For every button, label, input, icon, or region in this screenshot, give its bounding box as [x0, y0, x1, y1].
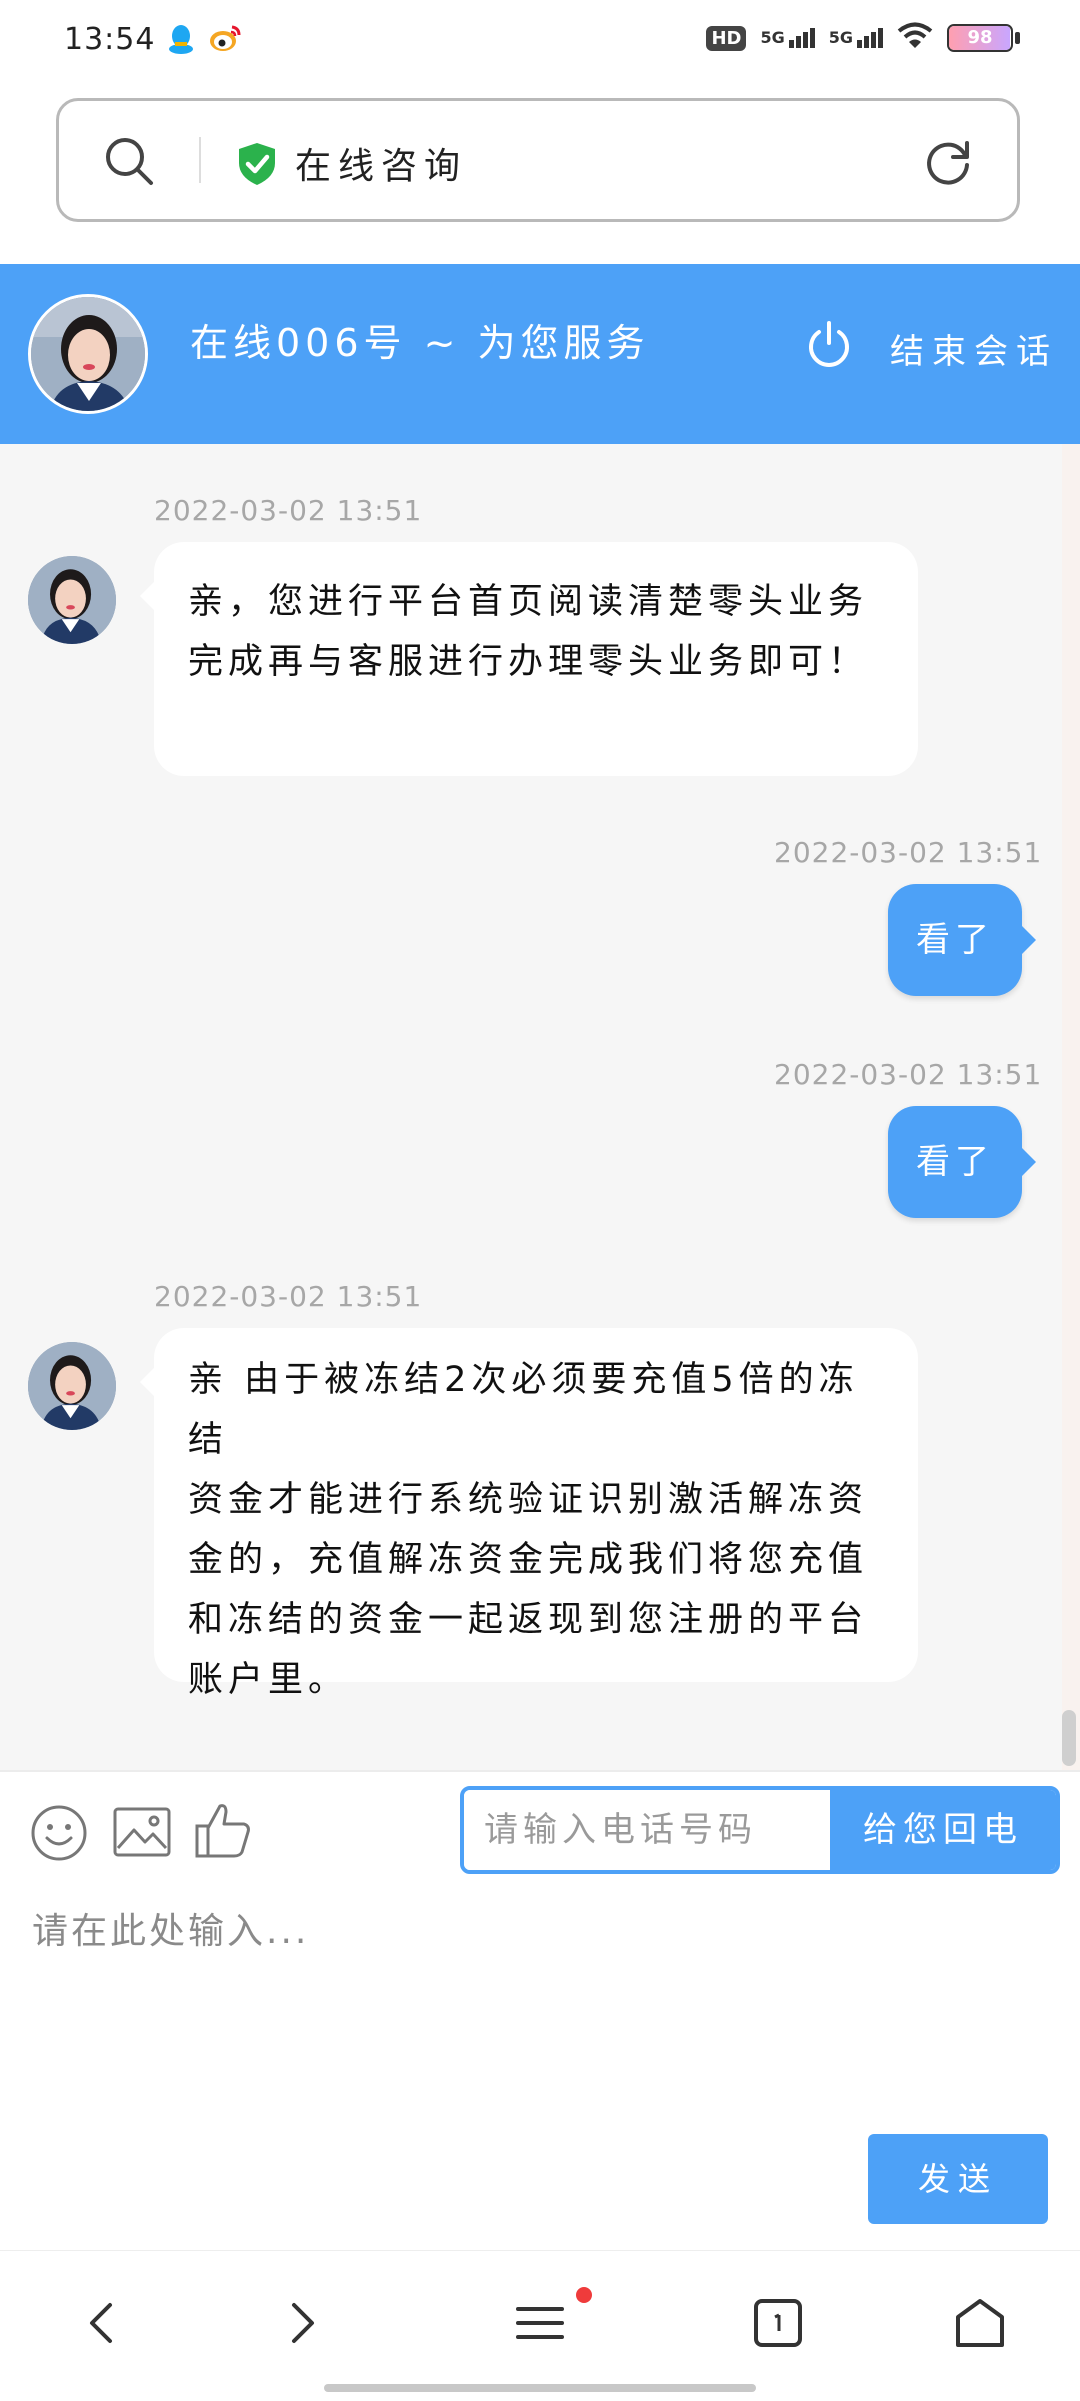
home-icon[interactable]	[952, 2295, 1008, 2355]
menu-icon[interactable]	[514, 2295, 566, 2355]
end-session-button[interactable]: 结束会话	[890, 324, 1058, 373]
chat-header: 在线006号 ~ 为您服务 结束会话	[0, 264, 1080, 444]
network-label: 5G	[760, 28, 785, 47]
message-composer: 给您回电 发送	[0, 1770, 1080, 2252]
status-indicators: HD 5G 5G 98	[706, 22, 1020, 54]
image-icon[interactable]	[112, 1804, 172, 1864]
agent-avatar	[28, 1342, 116, 1430]
signal-5g-2-icon: 5G	[829, 28, 883, 48]
back-icon[interactable]	[82, 2295, 122, 2355]
qq-notification-icon	[166, 22, 196, 60]
chat-message-list[interactable]: 2022-03-02 13:51 亲，您进行平台首页阅读清楚零头业务 完成再与客…	[0, 444, 1080, 1770]
message-line: 金的，充值解冻资金完成我们将您充值	[188, 1540, 869, 1580]
message-line: 资金才能进行系统验证识别激活解冻资	[188, 1480, 869, 1520]
scrollbar-thumb[interactable]	[1062, 1710, 1076, 1766]
status-bar: 13:54 HD 5G 5G 98	[0, 0, 1080, 84]
message-line: 和冻结的资金一起返现到您注册的平台	[188, 1600, 869, 1640]
agent-avatar	[28, 556, 116, 644]
message-line: 账户里。	[188, 1660, 349, 1700]
phone-number-input[interactable]	[464, 1790, 830, 1870]
address-bar-divider	[199, 137, 201, 183]
send-button[interactable]: 发送	[868, 2134, 1048, 2224]
hd-voice-badge: HD	[706, 25, 747, 51]
search-icon[interactable]	[101, 133, 157, 193]
user-message-bubble: 看了	[888, 884, 1036, 996]
refresh-icon[interactable]	[921, 135, 975, 193]
gesture-bar[interactable]	[324, 2384, 756, 2392]
notification-dot	[576, 2287, 592, 2303]
message-timestamp: 2022-03-02 13:51	[774, 1058, 1043, 1091]
callback-form: 给您回电	[460, 1786, 1060, 1874]
browser-nav-bar	[0, 2250, 1080, 2401]
thumbs-up-icon[interactable]	[194, 1800, 252, 1864]
emoji-icon[interactable]	[30, 1804, 88, 1866]
weibo-notification-icon	[208, 22, 242, 58]
network-label: 5G	[828, 28, 853, 47]
agent-avatar	[28, 294, 148, 414]
agent-message-bubble: 亲，您进行平台首页阅读清楚零头业务 完成再与客服进行办理零头业务即可！	[140, 542, 918, 776]
wifi-icon	[897, 22, 933, 54]
status-time: 13:54	[64, 22, 156, 57]
tabs-icon[interactable]	[752, 2295, 804, 2355]
page-title: 在线咨询	[295, 146, 468, 187]
message-line: 亲 由于被冻结2次必须要充值5倍的冻结	[188, 1360, 859, 1460]
message-line: 亲，您进行平台首页阅读清楚零头业务	[188, 582, 869, 622]
callback-button[interactable]: 给您回电	[830, 1790, 1056, 1870]
message-timestamp: 2022-03-02 13:51	[154, 494, 423, 527]
signal-5g-1-icon: 5G	[760, 28, 815, 48]
shield-check-icon	[235, 141, 279, 191]
agent-message-bubble: 亲 由于被冻结2次必须要充值5倍的冻结 资金才能进行系统验证识别激活解冻资 金的…	[140, 1328, 918, 1700]
forward-icon[interactable]	[282, 2295, 322, 2355]
message-line: 完成再与客服进行办理零头业务即可！	[188, 642, 869, 682]
scroll-track	[1062, 444, 1080, 1770]
agent-title: 在线006号 ~ 为您服务	[190, 321, 650, 365]
battery-percent: 98	[967, 27, 993, 48]
address-bar[interactable]: 在线咨询	[56, 98, 1020, 222]
message-timestamp: 2022-03-02 13:51	[774, 836, 1043, 869]
battery-tip	[1015, 32, 1020, 44]
user-message-bubble: 看了	[888, 1106, 1036, 1218]
power-icon[interactable]	[804, 318, 854, 374]
message-input[interactable]	[20, 1902, 1080, 2082]
message-timestamp: 2022-03-02 13:51	[154, 1280, 423, 1313]
battery-icon: 98	[947, 24, 1013, 52]
